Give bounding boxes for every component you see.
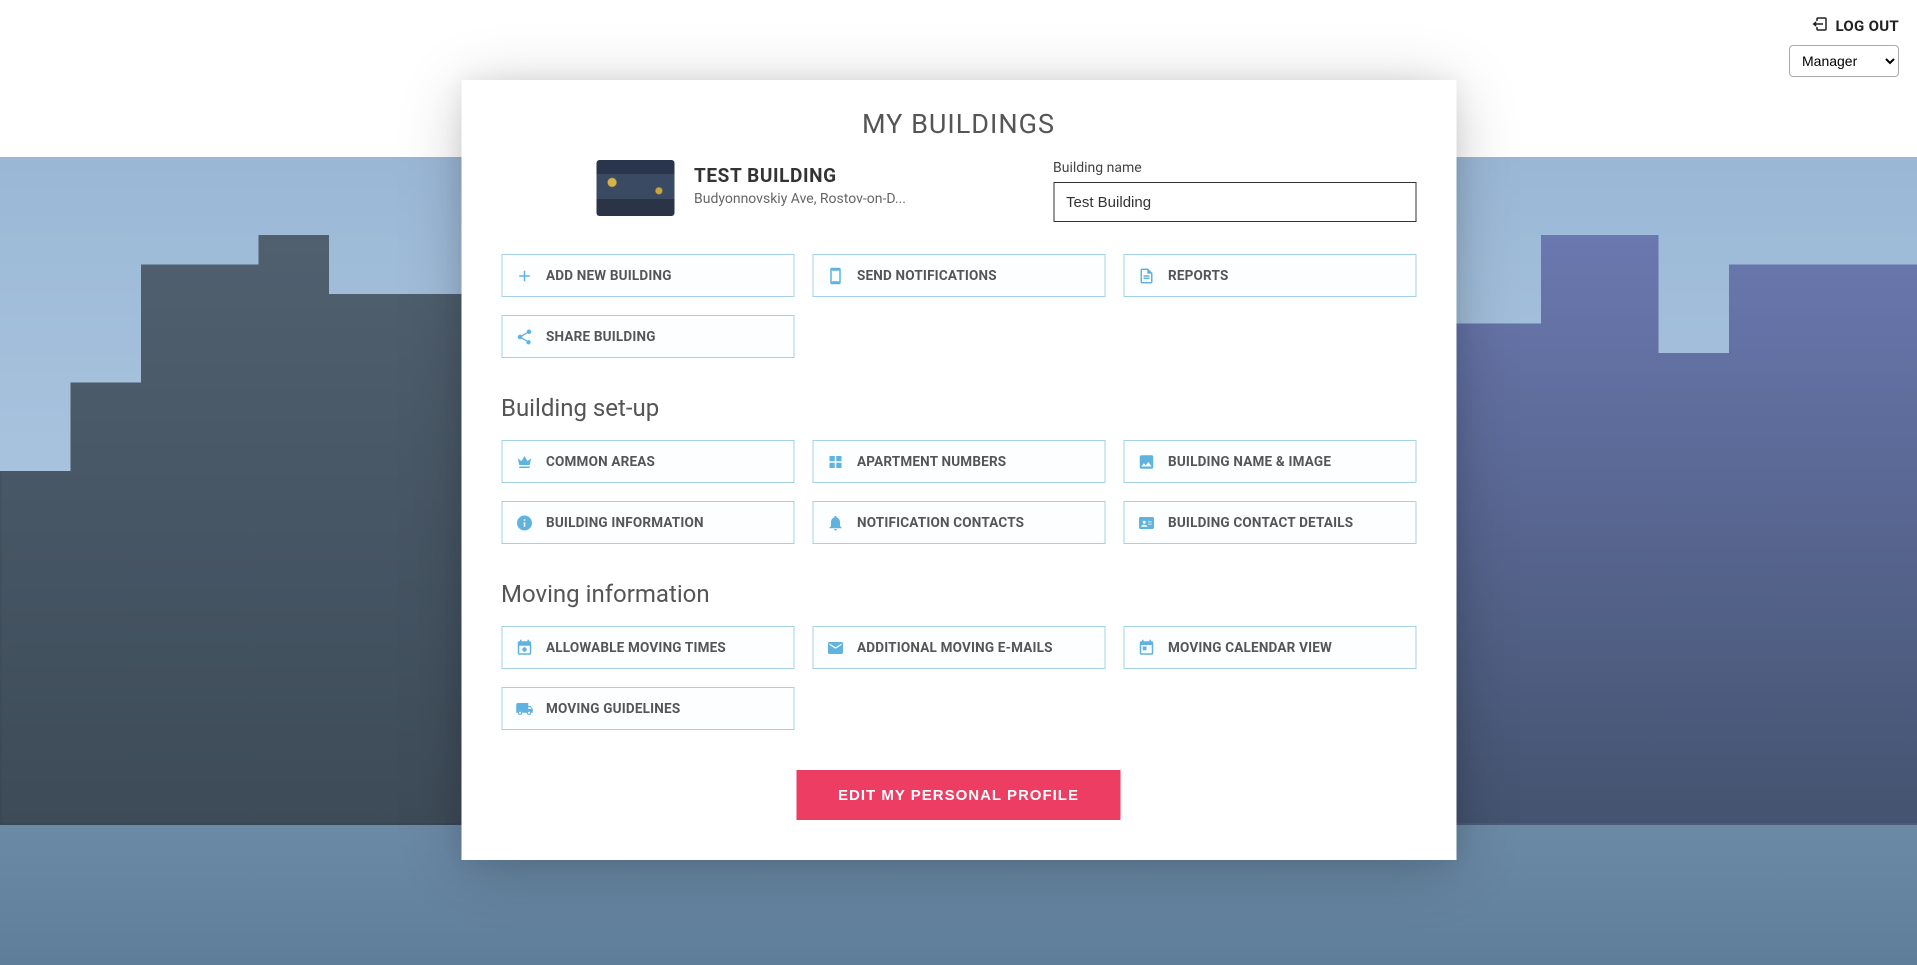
tile-label: REPORTS (1168, 268, 1228, 284)
grid-icon (825, 452, 845, 472)
allowable-moving-times-button[interactable]: ALLOWABLE MOVING TIMES (501, 626, 794, 669)
actions-grid: ADD NEW BUILDING SEND NOTIFICATIONS REPO… (501, 254, 1416, 358)
tile-label: ALLOWABLE MOVING TIMES (546, 640, 726, 656)
share-icon (514, 327, 534, 347)
tile-label: BUILDING INFORMATION (546, 515, 704, 531)
send-notifications-button[interactable]: SEND NOTIFICATIONS (812, 254, 1105, 297)
tile-label: MOVING CALENDAR VIEW (1168, 640, 1332, 656)
building-name-input-label: Building name (1053, 160, 1416, 176)
logout-link[interactable]: LOG OUT (1811, 15, 1899, 37)
tile-label: ADD NEW BUILDING (546, 268, 672, 284)
logout-label: LOG OUT (1835, 17, 1899, 35)
page-title: MY BUILDINGS (501, 108, 1416, 140)
building-address: Budyonnovskiy Ave, Rostov-on-D... (694, 191, 929, 207)
plus-icon (514, 266, 534, 286)
building-name-input[interactable] (1053, 182, 1416, 222)
moving-grid: ALLOWABLE MOVING TIMES ADDITIONAL MOVING… (501, 626, 1416, 730)
notification-contacts-button[interactable]: NOTIFICATION CONTACTS (812, 501, 1105, 544)
tile-label: MOVING GUIDELINES (546, 701, 680, 717)
building-header: TEST BUILDING Budyonnovskiy Ave, Rostov-… (501, 160, 1416, 222)
tile-label: APARTMENT NUMBERS (857, 454, 1006, 470)
apartment-numbers-button[interactable]: APARTMENT NUMBERS (812, 440, 1105, 483)
bell-icon (825, 513, 845, 533)
building-name-image-button[interactable]: BUILDING NAME & IMAGE (1123, 440, 1416, 483)
reports-button[interactable]: REPORTS (1123, 254, 1416, 297)
add-new-building-button[interactable]: ADD NEW BUILDING (501, 254, 794, 297)
moving-section-title: Moving information (501, 580, 1416, 608)
common-areas-button[interactable]: COMMON AREAS (501, 440, 794, 483)
building-info: TEST BUILDING Budyonnovskiy Ave, Rostov-… (694, 160, 1033, 207)
setup-section-title: Building set-up (501, 394, 1416, 422)
clock-calendar-icon (514, 638, 534, 658)
building-name-field: Building name (1053, 160, 1416, 222)
building-thumbnail[interactable] (596, 160, 674, 216)
moving-guidelines-button[interactable]: MOVING GUIDELINES (501, 687, 794, 730)
tile-label: BUILDING CONTACT DETAILS (1168, 515, 1353, 531)
main-panel: MY BUILDINGS TEST BUILDING Budyonnovskiy… (461, 80, 1456, 860)
building-contact-details-button[interactable]: BUILDING CONTACT DETAILS (1123, 501, 1416, 544)
mail-icon (825, 638, 845, 658)
tile-label: SEND NOTIFICATIONS (857, 268, 997, 284)
tile-label: COMMON AREAS (546, 454, 655, 470)
document-icon (1136, 266, 1156, 286)
tile-label: SHARE BUILDING (546, 329, 656, 345)
building-name-label: TEST BUILDING (694, 164, 1033, 187)
logout-icon (1811, 15, 1829, 37)
building-information-button[interactable]: BUILDING INFORMATION (501, 501, 794, 544)
tile-label: ADDITIONAL MOVING E-MAILS (857, 640, 1053, 656)
moving-calendar-view-button[interactable]: MOVING CALENDAR VIEW (1123, 626, 1416, 669)
setup-grid: COMMON AREAS APARTMENT NUMBERS BUILDING … (501, 440, 1416, 544)
phone-notification-icon (825, 266, 845, 286)
share-building-button[interactable]: SHARE BUILDING (501, 315, 794, 358)
crown-icon (514, 452, 534, 472)
tile-label: BUILDING NAME & IMAGE (1168, 454, 1331, 470)
role-select[interactable]: Manager (1789, 45, 1899, 77)
contact-card-icon (1136, 513, 1156, 533)
topbar: LOG OUT Manager (1789, 0, 1917, 77)
truck-icon (514, 699, 534, 719)
image-icon (1136, 452, 1156, 472)
info-icon (514, 513, 534, 533)
tile-label: NOTIFICATION CONTACTS (857, 515, 1024, 531)
edit-profile-button[interactable]: EDIT MY PERSONAL PROFILE (796, 770, 1121, 820)
calendar-icon (1136, 638, 1156, 658)
additional-moving-emails-button[interactable]: ADDITIONAL MOVING E-MAILS (812, 626, 1105, 669)
